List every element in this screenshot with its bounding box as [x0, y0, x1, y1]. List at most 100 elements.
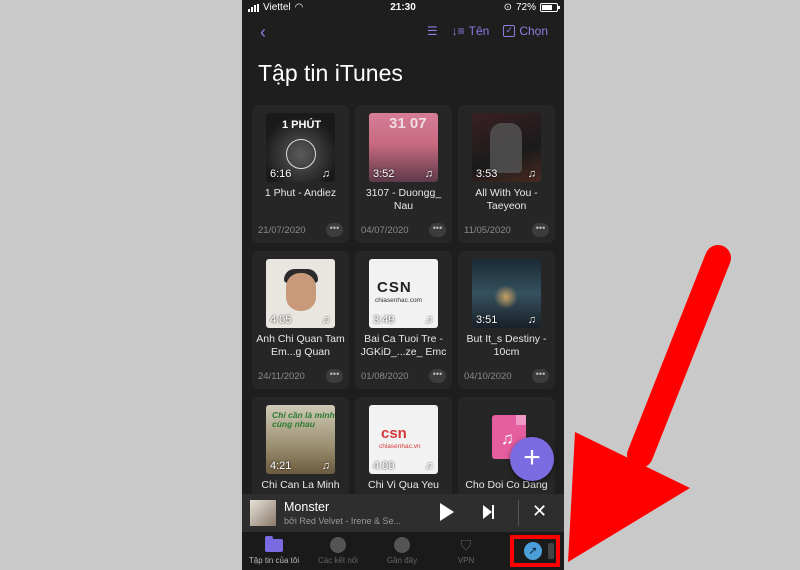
player-album-art — [250, 500, 276, 526]
sort-icon: ↓≡ — [451, 24, 465, 38]
select-label: Chọn — [519, 24, 548, 38]
file-title: Chi Can La Minh — [261, 479, 340, 491]
duration-label: 3:52 — [373, 168, 395, 180]
list-view-icon[interactable]: ☰ — [427, 24, 438, 38]
file-grid: 1 PHÚT 6:16 ♫ 1 Phut - Andiez 21/07/2020… — [252, 105, 555, 535]
back-button[interactable]: ‹ — [260, 22, 266, 43]
divider — [518, 500, 519, 526]
close-icon[interactable]: ✕ — [532, 501, 547, 522]
tab-label: VPN — [457, 556, 475, 565]
file-date: 21/07/2020 — [258, 225, 306, 236]
music-note-icon: ♫ — [321, 460, 330, 472]
select-button[interactable]: ✓ Chọn — [503, 24, 548, 38]
music-note-icon: ♫ — [527, 168, 536, 180]
rotation-lock-icon: ⊙ — [503, 2, 512, 13]
browser-tab-highlight[interactable]: ➚ — [510, 535, 560, 567]
thumb-text: 1 PHÚT — [282, 119, 322, 131]
file-title: Anh Chi Quan Tam Em...g Quan — [256, 333, 345, 358]
file-date: 11/05/2020 — [464, 225, 511, 236]
file-title: Chi Vi Qua Yeu — [367, 479, 440, 491]
music-note-icon: ♫ — [424, 314, 433, 326]
figure-art — [490, 123, 522, 173]
file-card[interactable]: 4:05 ♫ Anh Chi Quan Tam Em...g Quan 24/1… — [252, 251, 349, 389]
music-note-icon: ♫ — [321, 168, 330, 180]
file-date: 24/11/2020 — [258, 371, 305, 382]
duration-label: 4:00 — [373, 460, 395, 472]
file-date: 01/08/2020 — [361, 371, 409, 382]
clock-art — [286, 139, 316, 169]
mini-player[interactable]: Monster bởi Red Velvet - Irene & Se... ✕ — [242, 494, 564, 532]
file-date: 04/07/2020 — [361, 225, 409, 236]
thumb-text: Chỉ cần là mình cùng nhau — [272, 410, 335, 429]
duration-label: 3:51 — [476, 314, 498, 326]
phone-screen: Viettel ◠ 21:30 ⊙ 72% ‹ ☰ ↓≡ Tên ✓ Chọn … — [242, 0, 564, 570]
thumb-text: csn — [381, 425, 407, 442]
battery-icon — [540, 3, 560, 12]
album-art: Chỉ cần là mình cùng nhau 4:21 ♫ — [266, 405, 335, 474]
sort-button[interactable]: ↓≡ Tên — [452, 24, 490, 38]
tab-my-files[interactable]: Tập tin của tôi — [242, 535, 306, 565]
clock-icon — [393, 536, 411, 554]
folder-icon — [265, 535, 283, 554]
face-art — [286, 273, 316, 311]
more-options-icon[interactable]: ••• — [326, 223, 343, 237]
arrow-head — [568, 432, 690, 562]
compass-icon: ➚ — [524, 542, 542, 560]
browser-tab-bar — [548, 543, 554, 559]
file-card[interactable]: 31 07 3:52 ♫ 3107 - Duongg_ Nau 04/07/20… — [355, 105, 452, 243]
play-icon[interactable] — [440, 503, 454, 521]
tab-vpn[interactable]: ⛉ VPN — [434, 536, 498, 566]
music-note-icon: ♫ — [321, 314, 330, 326]
shield-bolt-icon: ⛉ — [460, 536, 472, 553]
file-card[interactable]: 3:51 ♫ But It_s Destiny - 10cm 04/10/202… — [458, 251, 555, 389]
checkbox-icon: ✓ — [503, 25, 516, 37]
more-options-icon[interactable]: ••• — [326, 369, 343, 383]
more-options-icon[interactable]: ••• — [429, 369, 446, 383]
status-bar: Viettel ◠ 21:30 ⊙ 72% — [242, 0, 564, 16]
add-button[interactable]: + — [510, 437, 554, 481]
file-title: 3107 - Duongg_ Nau — [365, 187, 442, 212]
duration-label: 4:21 — [270, 460, 292, 472]
tab-label: Tập tin của tôi — [248, 556, 300, 565]
duration-label: 3:53 — [476, 168, 498, 180]
more-options-icon[interactable]: ••• — [429, 223, 446, 237]
arrow-shaft — [627, 245, 731, 468]
file-card[interactable]: CSN chiasenhac.com 3:49 ♫ Bai Ca Tuoi Tr… — [355, 251, 452, 389]
thumb-subtext: chiasenhac.com — [375, 297, 422, 304]
album-art: 4:05 ♫ — [266, 259, 335, 328]
glow-art — [494, 285, 518, 309]
tab-bar: Tập tin của tôi Các kết nối Gần đây ⛉ VP… — [242, 532, 564, 570]
duration-label: 3:49 — [373, 314, 395, 326]
more-options-icon[interactable]: ••• — [532, 369, 549, 383]
more-options-icon[interactable]: ••• — [532, 223, 549, 237]
sort-label: Tên — [468, 24, 490, 38]
file-title: But It_s Destiny - 10cm — [466, 333, 547, 358]
page-title: Tập tin iTunes — [258, 60, 403, 86]
tab-label: Các kết nối — [317, 556, 359, 565]
tab-recent[interactable]: Gần đây — [370, 536, 434, 565]
album-art: 31 07 3:52 ♫ — [369, 113, 438, 182]
duration-label: 4:05 — [270, 314, 292, 326]
album-art: 3:53 ♫ — [472, 113, 541, 182]
music-note-icon: ♫ — [527, 314, 536, 326]
music-note-icon: ♫ — [424, 460, 433, 472]
nav-bar: ‹ ☰ ↓≡ Tên ✓ Chọn — [242, 20, 564, 46]
player-title: Monster — [284, 500, 330, 514]
thumb-text: CSN — [377, 279, 412, 296]
file-card[interactable]: 3:53 ♫ All With You - Taeyeon 11/05/2020… — [458, 105, 555, 243]
tab-connections[interactable]: Các kết nối — [306, 536, 370, 565]
album-art: CSN chiasenhac.com 3:49 ♫ — [369, 259, 438, 328]
thumb-subtext: chiasenhac.vn — [379, 443, 421, 450]
player-subtitle: bởi Red Velvet - Irene & Se... — [284, 516, 401, 526]
file-title: All With You - Taeyeon — [475, 187, 538, 212]
file-card[interactable]: 1 PHÚT 6:16 ♫ 1 Phut - Andiez 21/07/2020… — [252, 105, 349, 243]
file-title: Bai Ca Tuoi Tre - JGKiD_...ze_ Emc — [360, 333, 447, 358]
music-note-icon: ♫ — [424, 168, 433, 180]
thumb-text: 31 07 — [389, 115, 427, 132]
next-track-icon[interactable] — [483, 505, 494, 519]
battery-percent: 72% — [515, 2, 536, 13]
file-title: 1 Phut - Andiez — [264, 187, 337, 199]
file-title: Cho Doi Co Dang — [465, 479, 548, 491]
file-date: 04/10/2020 — [464, 371, 512, 382]
album-art: csn chiasenhac.vn 4:00 ♫ — [369, 405, 438, 474]
